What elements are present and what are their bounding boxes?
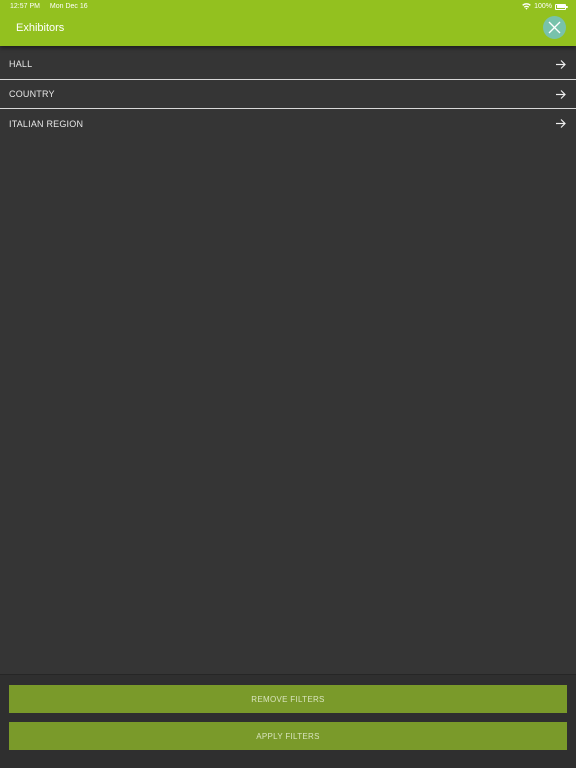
filter-screen: 12:57 PM Mon Dec 16 100% Exhibitors HALL… (0, 0, 576, 768)
filter-item-country[interactable]: COUNTRY (0, 80, 576, 109)
apply-filters-button[interactable]: APPLY FILTERS (9, 722, 567, 750)
footer-actions: REMOVE FILTERS APPLY FILTERS (0, 674, 576, 768)
status-time: 12:57 PM (10, 3, 40, 10)
filter-item-italian-region[interactable]: ITALIAN REGION (0, 109, 576, 139)
header-bar: 12:57 PM Mon Dec 16 100% Exhibitors (0, 0, 576, 46)
arrow-right-icon (556, 60, 566, 69)
filter-list: HALL COUNTRY ITALIAN REGION (0, 50, 576, 139)
arrow-right-icon (556, 119, 566, 128)
close-button[interactable] (543, 16, 566, 39)
status-date: Mon Dec 16 (49, 3, 88, 10)
status-right: 100% (522, 3, 568, 10)
filter-item-hall[interactable]: HALL (0, 50, 576, 80)
page-title: Exhibitors (16, 22, 65, 34)
battery-fill (556, 5, 565, 8)
status-left: 12:57 PM Mon Dec 16 (10, 3, 96, 10)
battery-icon (555, 3, 568, 10)
filter-label: HALL (9, 59, 33, 70)
filter-label: COUNTRY (9, 88, 55, 99)
filter-label: ITALIAN REGION (9, 118, 84, 129)
wifi-icon (522, 3, 531, 10)
status-bar: 12:57 PM Mon Dec 16 100% (0, 0, 576, 14)
arrow-right-icon (556, 89, 566, 99)
remove-filters-button[interactable]: REMOVE FILTERS (9, 685, 567, 713)
close-icon (548, 21, 561, 34)
battery-percentage: 100% (534, 3, 552, 10)
